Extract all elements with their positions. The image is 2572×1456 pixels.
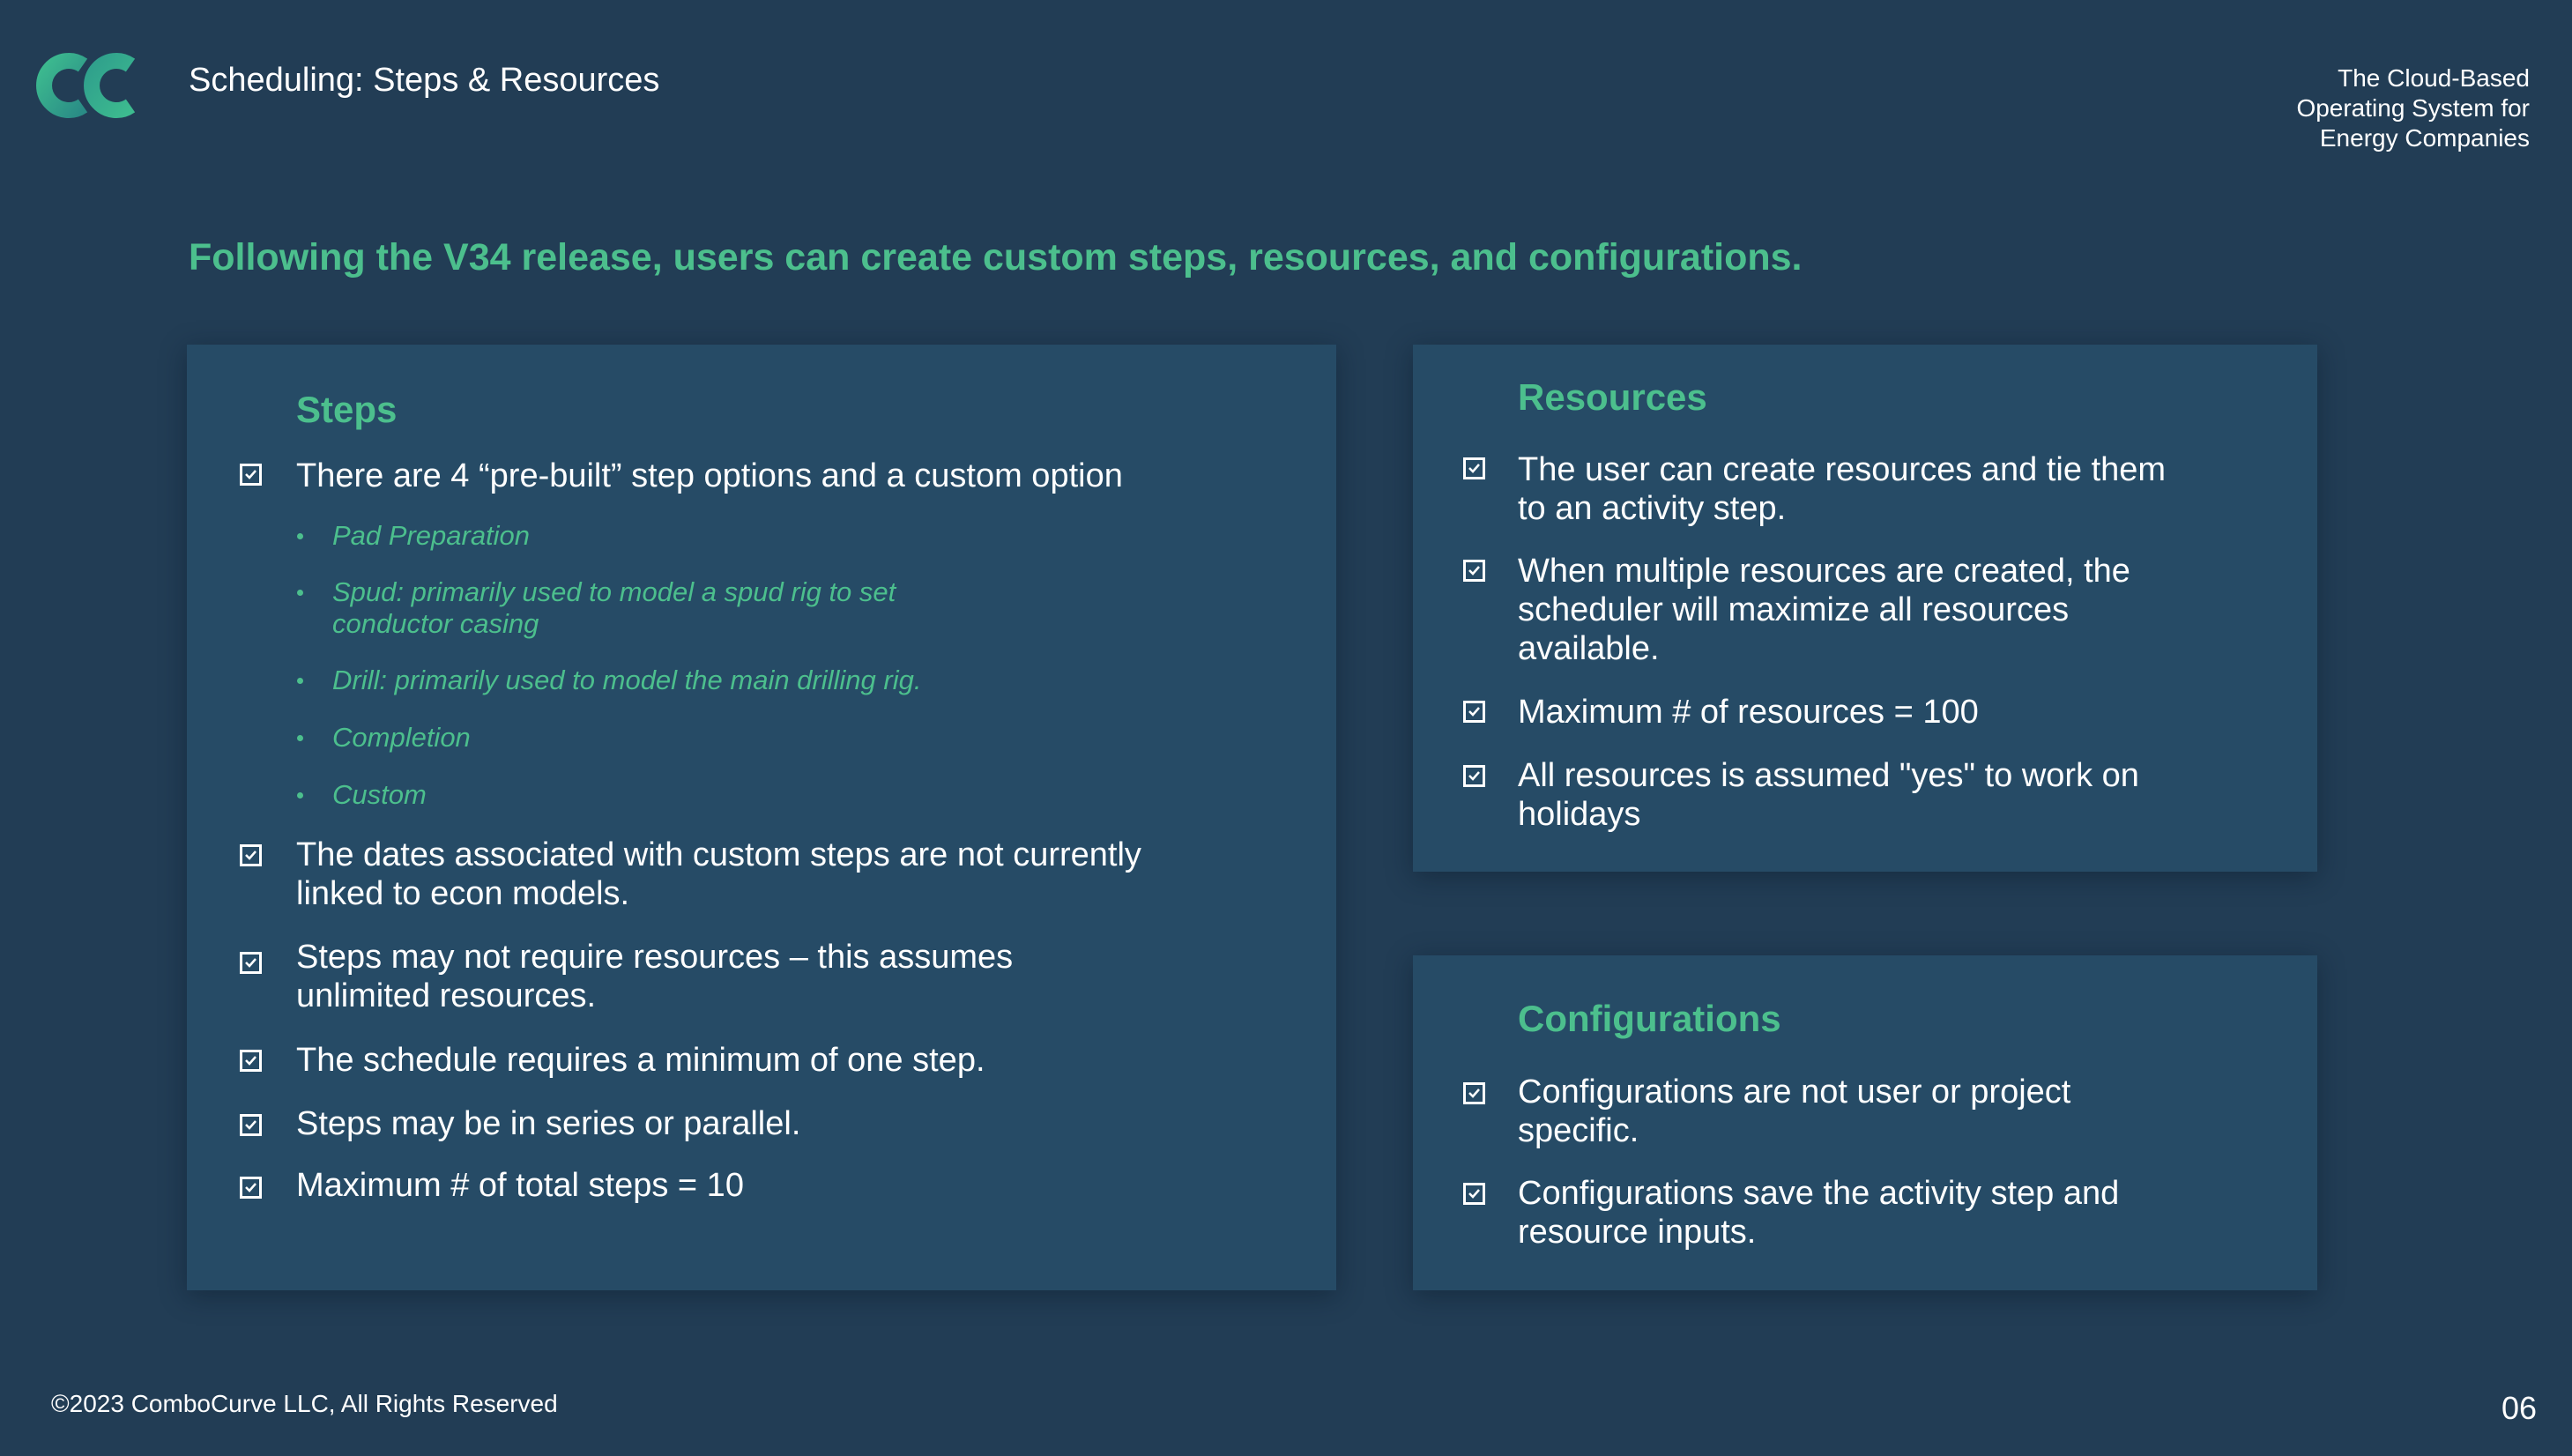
bullet-icon (297, 678, 303, 684)
resources-item-line: to an activity step. (1518, 490, 1787, 527)
bullet-icon (297, 735, 303, 741)
steps-item-line: There are 4 “pre-built” step options and… (296, 457, 1123, 494)
checkbox-icon (1463, 560, 1485, 582)
steps-item: The schedule requires a minimum of one s… (296, 1041, 985, 1080)
resources-item: When multiple resources are created, the… (1518, 552, 2130, 668)
configurations-item: Configurations save the activity step an… (1518, 1174, 2119, 1252)
page-number: 06 (2501, 1390, 2537, 1426)
steps-item: Maximum # of total steps = 10 (296, 1166, 744, 1205)
steps-item: Steps may be in series or parallel. (296, 1104, 800, 1143)
checkbox-icon (1463, 1183, 1485, 1205)
steps-item: There are 4 “pre-built” step options and… (296, 457, 1123, 495)
bullet-icon (297, 533, 303, 539)
resources-heading: Resources (1518, 376, 1707, 418)
configurations-item-line: specific. (1518, 1112, 1639, 1149)
checkbox-icon (240, 1114, 262, 1136)
configurations-item: Configurations are not user or project s… (1518, 1073, 2070, 1150)
resources-item-line: holidays (1518, 796, 1641, 833)
steps-item-line: unlimited resources. (296, 977, 597, 1014)
tagline-line: Energy Companies (2319, 124, 2530, 152)
checkbox-icon (240, 844, 262, 866)
resources-item: Maximum # of resources = 100 (1518, 693, 1979, 732)
step-option-line: Spud: primarily used to model a spud rig… (332, 576, 896, 607)
step-option: Completion (332, 722, 471, 754)
bullet-icon (297, 590, 303, 596)
configurations-item-line: Configurations save the activity step an… (1518, 1175, 2120, 1212)
slide-title: Scheduling: Steps & Resources (189, 62, 660, 99)
resources-item-line: scheduler will maximize all resources (1518, 591, 2070, 628)
copyright-text: ©2023 ComboCurve LLC, All Rights Reserve… (51, 1390, 558, 1417)
steps-heading: Steps (296, 389, 398, 430)
tagline-line: The Cloud-Based (2338, 64, 2530, 92)
step-option: Spud: primarily used to model a spud rig… (332, 576, 896, 640)
step-option: Drill: primarily used to model the main … (332, 665, 921, 696)
step-option-line: Custom (332, 779, 427, 810)
resources-item-line: All resources is assumed "yes" to work o… (1518, 757, 2139, 794)
steps-item-line: The schedule requires a minimum of one s… (296, 1042, 985, 1079)
step-option-line: Drill: primarily used to model the main … (332, 665, 922, 695)
checkbox-icon (1463, 765, 1485, 787)
resources-item-line: When multiple resources are created, the (1518, 553, 2130, 590)
checkbox-icon (1463, 701, 1485, 723)
step-option-line: Completion (332, 722, 471, 753)
checkbox-icon (240, 1050, 262, 1072)
headline: Following the V34 release, users can cre… (189, 236, 1803, 279)
resources-item: The user can create resources and tie th… (1518, 450, 2166, 528)
resources-item-line: available. (1518, 630, 1660, 667)
step-option: Custom (332, 779, 427, 811)
steps-item: The dates associated with custom steps a… (296, 836, 1141, 913)
checkbox-icon (240, 464, 262, 486)
steps-item-line: linked to econ models. (296, 875, 630, 912)
resources-item-line: The user can create resources and tie th… (1518, 451, 2167, 488)
configurations-heading: Configurations (1518, 998, 1781, 1039)
steps-item: Steps may not require resources – this a… (296, 938, 1013, 1015)
combocurve-logo-icon (32, 51, 141, 120)
checkbox-icon (240, 1177, 262, 1199)
steps-item-line: Steps may not require resources – this a… (296, 939, 1014, 976)
configurations-item-line: Configurations are not user or project (1518, 1073, 2071, 1111)
checkbox-icon (240, 952, 262, 974)
configurations-item-line: resource inputs. (1518, 1214, 1757, 1251)
resources-item: All resources is assumed "yes" to work o… (1518, 756, 2139, 834)
steps-item-line: Steps may be in series or parallel. (296, 1105, 801, 1142)
step-option-line: conductor casing (332, 608, 539, 639)
tagline-line: Operating System for (2296, 94, 2530, 122)
checkbox-icon (1463, 1082, 1485, 1104)
steps-item-line: Maximum # of total steps = 10 (296, 1167, 744, 1204)
step-option: Pad Preparation (332, 520, 530, 552)
bullet-icon (297, 792, 303, 799)
step-option-line: Pad Preparation (332, 520, 531, 551)
steps-item-line: The dates associated with custom steps a… (296, 836, 1141, 873)
company-tagline: The Cloud-Based Operating System for Ene… (2212, 63, 2530, 153)
resources-item-line: Maximum # of resources = 100 (1518, 694, 1979, 731)
checkbox-icon (1463, 457, 1485, 479)
